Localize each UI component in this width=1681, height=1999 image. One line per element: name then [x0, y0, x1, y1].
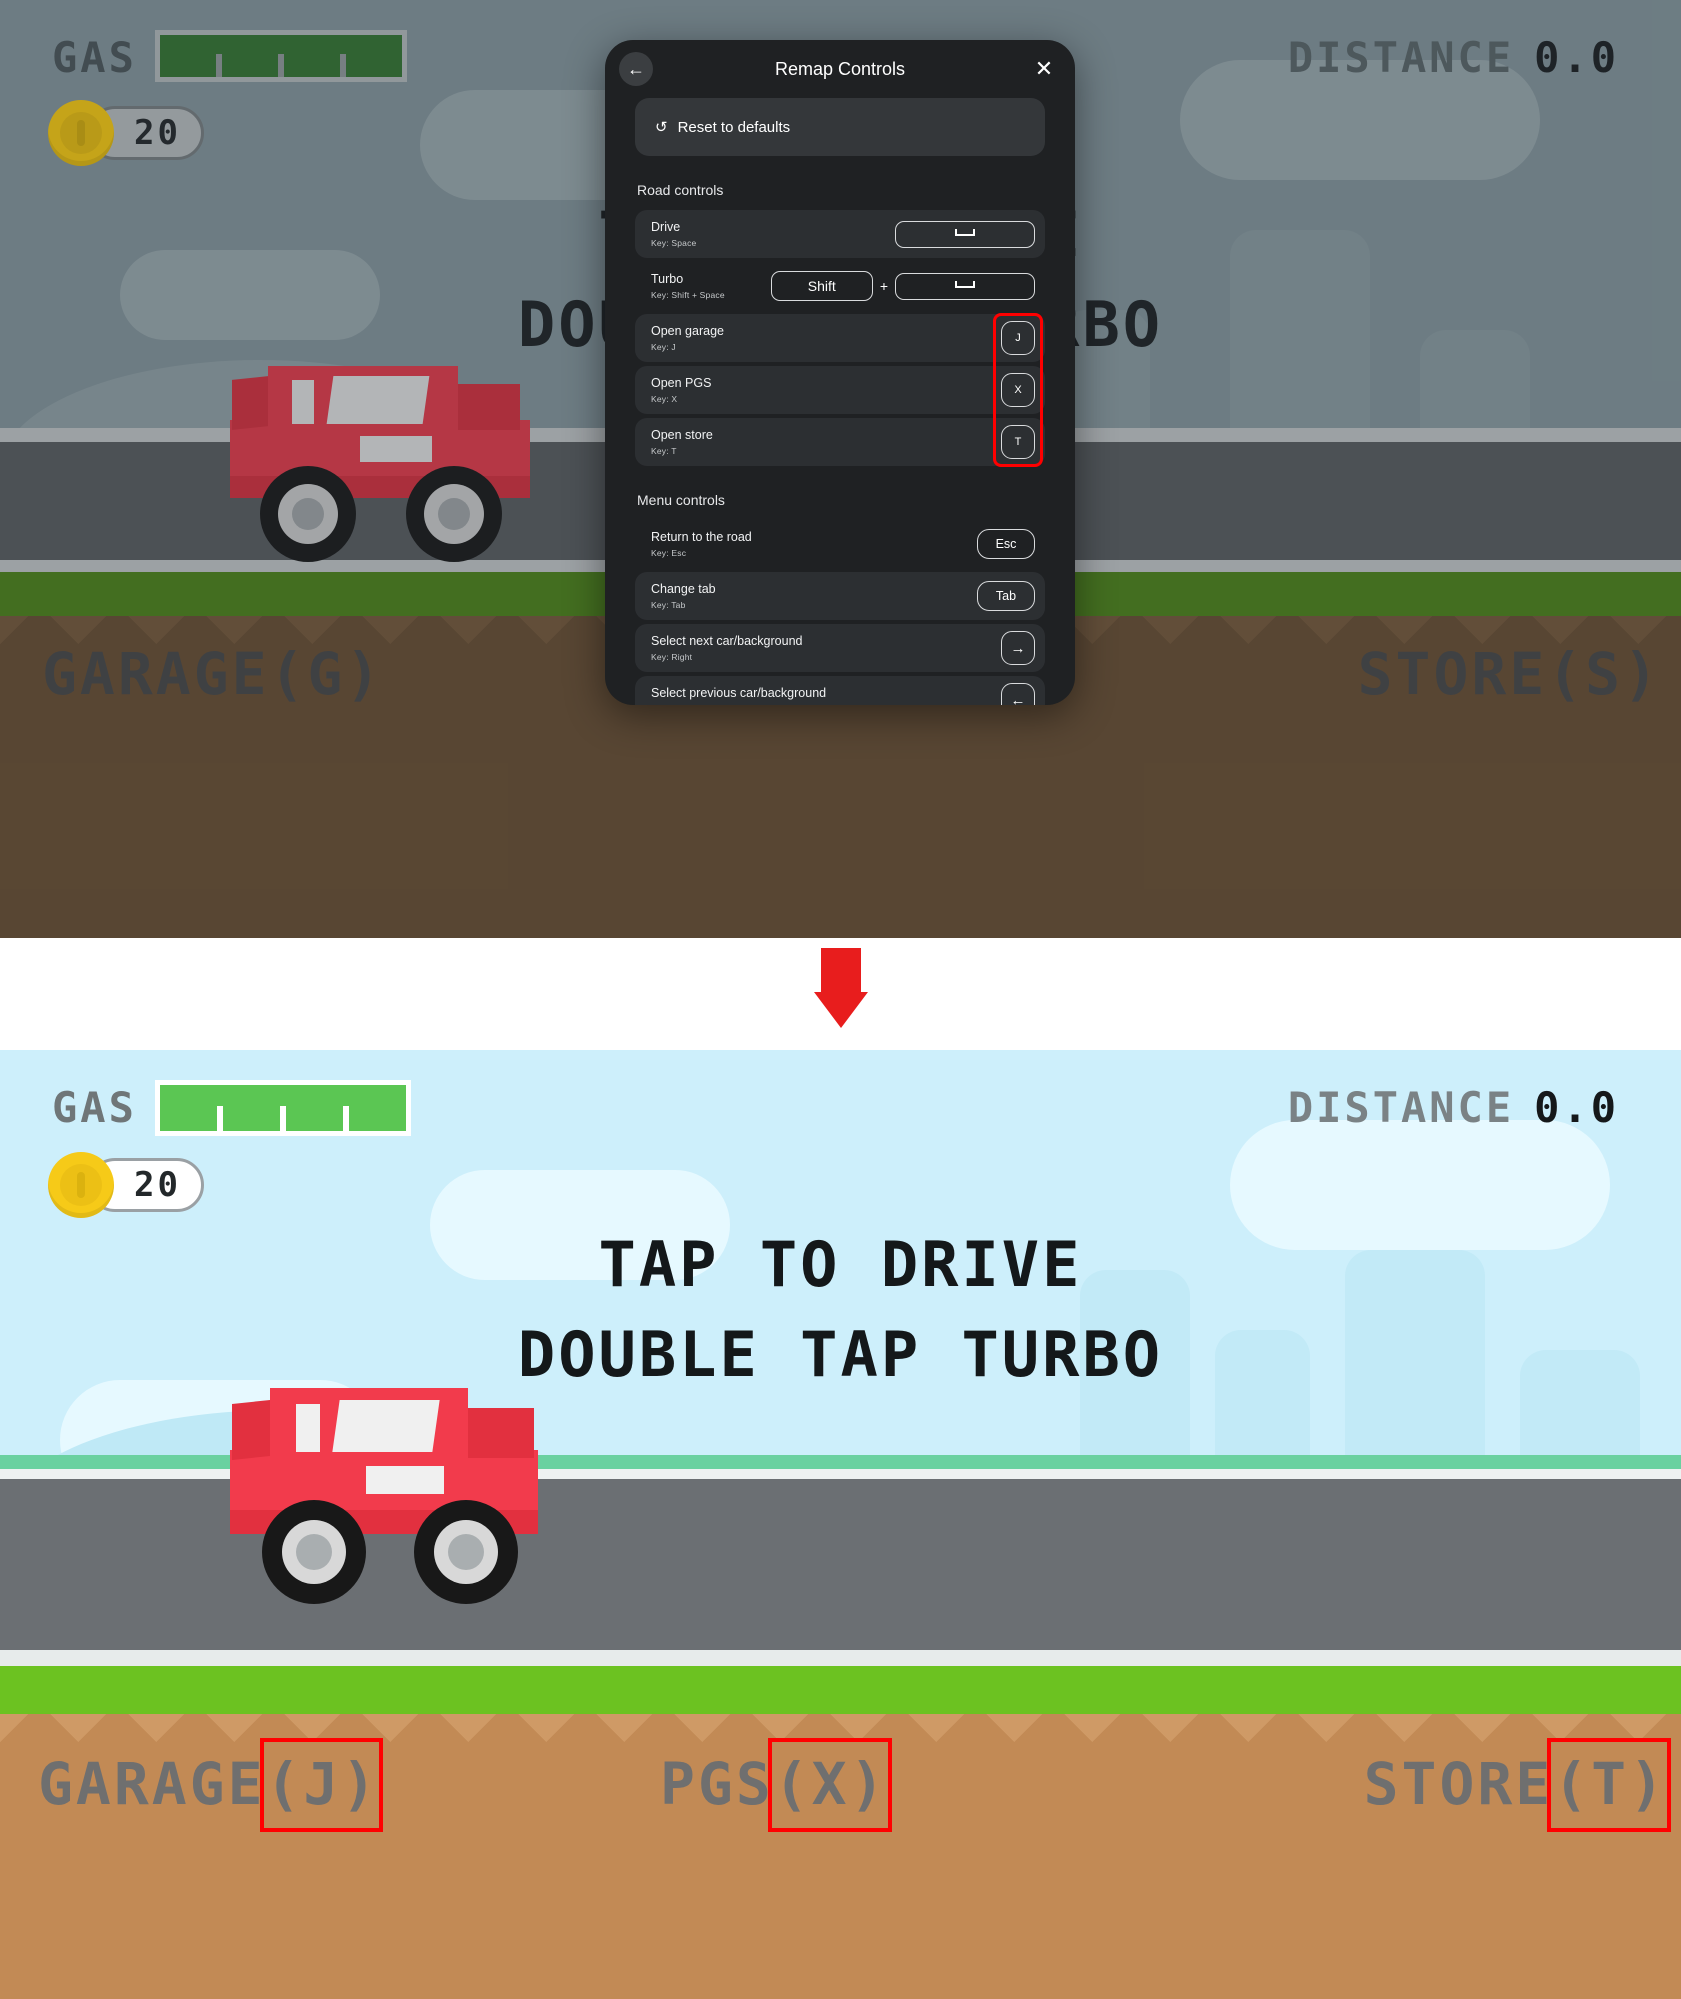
control-current-key: Key: Shift + Space [651, 289, 725, 300]
control-texts: Change tab Key: Tab [651, 582, 977, 610]
section-title: Road controls [637, 182, 724, 198]
control-keycaps: ← [1001, 683, 1035, 705]
nav-garage-base: GARAGE [38, 1750, 266, 1818]
tap-hint-line-2: DOUBLE TAP TURBO [517, 1317, 1164, 1391]
distance-hud: DISTANCE 0.0 [1288, 1083, 1619, 1132]
control-keycaps: Tab [977, 581, 1035, 611]
control-row[interactable]: Return to the road Key: Esc Esc [635, 520, 1045, 568]
coin-counter: 20 [48, 1152, 204, 1218]
section-title: Menu controls [637, 492, 725, 508]
control-name: Select previous car/background [651, 686, 827, 701]
control-current-key: Key: Esc [651, 547, 687, 558]
arrow-left-icon[interactable]: ← [1001, 683, 1035, 705]
control-texts: Return to the road Key: Esc [651, 530, 977, 558]
control-texts: Open PGS Key: X [651, 376, 1001, 404]
modal-title: Remap Controls [774, 58, 906, 79]
control-texts: Drive Key: Space [651, 220, 895, 248]
control-name: Drive [651, 220, 681, 235]
remap-controls-modal: ← Remap Controls ✕ ↺ Reset to defaults R… [605, 40, 1075, 705]
nav-store-after[interactable]: STORE(T) [1363, 1738, 1671, 1832]
transition-arrow-icon [813, 948, 868, 1028]
control-row[interactable]: Select next car/background Key: Right → [635, 624, 1045, 672]
nav-pgs-key-highlight: (X) [767, 1738, 892, 1832]
control-name: Select next car/background [651, 634, 803, 649]
control-current-key: Key: Tab [651, 599, 686, 610]
control-name: Return to the road [651, 530, 752, 545]
control-current-key: Key: X [651, 393, 678, 404]
control-keycaps: T [1001, 425, 1035, 459]
keycap-esc[interactable]: Esc [977, 529, 1035, 559]
keycap-space[interactable] [895, 272, 1035, 300]
control-name: Open PGS [651, 376, 712, 391]
control-sections: Road controls Drive Key: Space Turbo Key: Sh… [635, 182, 1045, 705]
keycap-shift[interactable]: Shift [770, 271, 873, 301]
control-name: Change tab [651, 582, 716, 597]
coin-icon [48, 100, 114, 166]
control-keycaps: Shift + [770, 271, 1035, 301]
reset-to-defaults-button[interactable]: ↺ Reset to defaults [635, 98, 1045, 156]
control-row[interactable]: Select previous car/background Key: Left← [635, 676, 1045, 705]
spacebar-icon [955, 281, 975, 288]
control-row[interactable]: Turbo Key: Shift + Space Shift + [635, 262, 1045, 310]
control-row[interactable]: Drive Key: Space [635, 210, 1045, 258]
distance-label: DISTANCE [1287, 1083, 1515, 1132]
control-name: Turbo [651, 272, 684, 287]
tap-hint: TAP TO DRIVE DOUBLE TAP TURBO [0, 1220, 1681, 1400]
control-current-key: Key: Left [651, 704, 1001, 705]
keycap-x[interactable]: X [1001, 373, 1035, 407]
gas-label: GAS [52, 1083, 137, 1132]
plus-separator: + [879, 278, 888, 294]
control-keycaps: Esc [977, 529, 1035, 559]
distance-value: 0.0 [1534, 1083, 1619, 1132]
game-panel-after: GAS 20 DISTANCE 0.0 TAP TO DRIVE DOUBLE … [0, 1050, 1681, 1999]
nav-garage-after[interactable]: GARAGE(J) [38, 1738, 384, 1832]
control-texts: Open store Key: T [651, 428, 1001, 456]
dirt-edge [0, 1714, 1681, 1748]
modal-body: ↺ Reset to defaults Road controls Drive Ke… [605, 98, 1075, 705]
nav-pgs-after[interactable]: PGS(X) [660, 1738, 892, 1832]
nav-store-base: STORE [1363, 1750, 1554, 1818]
control-current-key: Key: Space [651, 237, 697, 248]
spacebar-icon [955, 229, 975, 236]
control-row[interactable]: Open store Key: T T [635, 418, 1045, 466]
control-row[interactable]: Change tab Key: Tab Tab [635, 572, 1045, 620]
control-keycaps: X [1001, 373, 1035, 407]
control-current-key: Key: T [651, 445, 677, 456]
control-name: Open store [651, 428, 713, 443]
reset-to-defaults-label: Reset to defaults [677, 118, 791, 136]
keycap-j[interactable]: J [1001, 321, 1035, 355]
back-arrow-icon[interactable]: ← [619, 52, 653, 86]
tap-hint-line-1: TAP TO DRIVE [598, 1228, 1083, 1301]
reset-icon: ↺ [655, 119, 668, 136]
gas-bar [155, 1080, 411, 1136]
control-texts: Turbo Key: Shift + Space [651, 272, 771, 300]
control-keycaps [895, 220, 1035, 248]
control-name: Open garage [651, 324, 724, 339]
road-curb-bottom [0, 1650, 1681, 1666]
nav-garage-key-highlight: (J) [259, 1738, 384, 1832]
keycap-t[interactable]: T [1001, 425, 1035, 459]
screenshot-root: GAS 20 DISTANCE 0.0 TAP TO DRIVE DOUBLE … [0, 0, 1681, 1999]
control-current-key: Key: Right [651, 651, 693, 662]
close-icon[interactable]: ✕ [1027, 52, 1061, 86]
control-current-key: Key: J [651, 341, 676, 352]
modal-header: ← Remap Controls ✕ [605, 40, 1075, 98]
coin-icon [48, 1152, 114, 1218]
control-texts: Select next car/background Key: Right [651, 634, 1001, 662]
keycap-space[interactable] [895, 220, 1035, 248]
control-row[interactable]: Open garage Key: J J [635, 314, 1045, 362]
nav-store-key-highlight: (T) [1547, 1738, 1671, 1832]
control-texts: Open garage Key: J [651, 324, 1001, 352]
control-row[interactable]: Open PGS Key: X X [635, 366, 1045, 414]
arrow-right-icon[interactable]: → [1001, 631, 1035, 665]
player-car [210, 1380, 560, 1615]
control-keycaps: J [1001, 321, 1035, 355]
control-keycaps: → [1001, 631, 1035, 665]
nav-pgs-base: PGS [660, 1750, 774, 1818]
control-texts: Select previous car/background Key: Left [651, 686, 1001, 705]
keycap-tab[interactable]: Tab [977, 581, 1035, 611]
